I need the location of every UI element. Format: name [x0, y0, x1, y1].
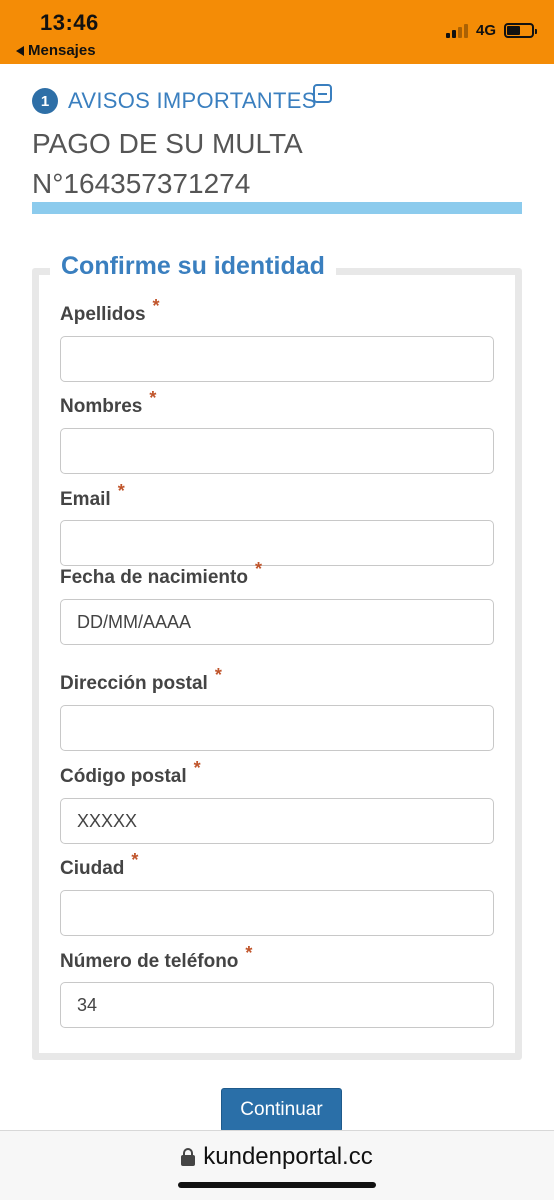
- email-field[interactable]: [60, 520, 494, 566]
- network-type: 4G: [475, 22, 496, 39]
- lock-icon: [181, 1148, 196, 1166]
- address-label: Dirección postal *: [60, 665, 222, 694]
- back-arrow-icon: [16, 45, 24, 56]
- fine-title-line: PAGO DE SU MULTA: [32, 128, 303, 159]
- notices-header[interactable]: 1 AVISOS IMPORTANTES: [32, 88, 317, 114]
- back-to-app-link[interactable]: Mensajes: [16, 42, 96, 59]
- notice-count-badge: 1: [32, 88, 58, 114]
- email-label: Email *: [60, 481, 125, 510]
- battery-icon: [504, 23, 537, 38]
- back-app-label: Mensajes: [28, 42, 96, 59]
- first-name-label: Nombres *: [60, 388, 157, 417]
- required-marker: *: [193, 758, 201, 778]
- city-input[interactable]: [60, 890, 494, 936]
- address-input[interactable]: [60, 705, 494, 751]
- required-marker: *: [254, 559, 262, 579]
- home-indicator[interactable]: [178, 1182, 376, 1188]
- required-marker: *: [131, 850, 139, 870]
- page-title: PAGO DE SU MULTA N°164357371274: [32, 124, 303, 204]
- signal-strength-icon: [445, 23, 468, 38]
- required-marker: *: [214, 665, 222, 685]
- postal-code-input[interactable]: XXXXX: [60, 798, 494, 844]
- required-marker: *: [245, 943, 253, 963]
- browser-address-bar[interactable]: kundenportal.cc: [0, 1130, 554, 1200]
- continue-button[interactable]: Continuar: [221, 1088, 342, 1132]
- collapse-icon[interactable]: [313, 84, 332, 103]
- phone-label: Número de teléfono *: [60, 943, 253, 972]
- city-label: Ciudad *: [60, 850, 139, 879]
- required-marker: *: [152, 296, 160, 316]
- birthdate-input[interactable]: DD/MM/AAAA: [60, 599, 494, 645]
- first-name-input[interactable]: [60, 428, 494, 474]
- status-bar: 13:46 Mensajes 4G: [0, 0, 554, 64]
- url-domain[interactable]: kundenportal.cc: [203, 1143, 372, 1171]
- phone-input[interactable]: 34: [60, 982, 494, 1028]
- postal-code-label: Código postal *: [60, 758, 201, 787]
- form-legend: Confirme su identidad: [50, 252, 336, 281]
- divider-bar: [32, 202, 522, 214]
- fine-number: N°164357371274: [32, 168, 251, 199]
- surname-label: Apellidos *: [60, 296, 160, 325]
- required-marker: *: [117, 481, 125, 501]
- identity-form: [32, 268, 522, 1060]
- status-time: 13:46: [40, 10, 99, 35]
- surname-input[interactable]: [60, 336, 494, 382]
- required-marker: *: [149, 388, 157, 408]
- birthdate-label: Fecha de nacimiento *: [60, 559, 262, 588]
- notices-title: AVISOS IMPORTANTES: [68, 88, 317, 113]
- status-indicators: 4G: [445, 22, 537, 39]
